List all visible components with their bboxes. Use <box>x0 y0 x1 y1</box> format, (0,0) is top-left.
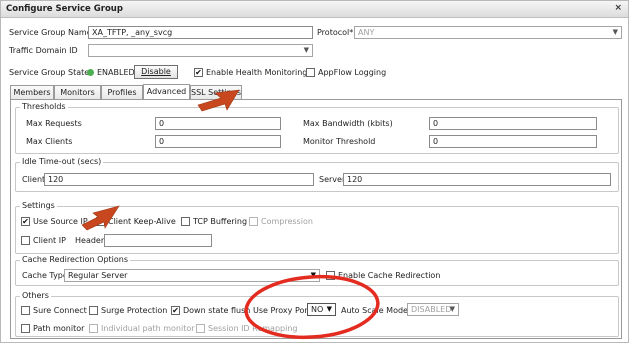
monitor-threshold-label: Monitor Threshold <box>303 137 376 146</box>
dialog-titlebar: Configure Service Group × <box>1 1 628 18</box>
health-monitoring-checkbox[interactable]: ✔ <box>194 68 203 77</box>
auto-scale-mode-select[interactable]: DISABLED ▼ <box>407 303 459 316</box>
header-field[interactable] <box>104 234 212 247</box>
service-group-state-label: Service Group State <box>9 68 90 77</box>
appflow-logging-label: AppFlow Logging <box>318 68 387 77</box>
surge-protection-checkbox[interactable] <box>89 306 98 315</box>
cache-redirection-group: Cache Redirection Options Cache Type Reg… <box>15 255 619 286</box>
max-bandwidth-label: Max Bandwidth (kbits) <box>303 119 393 128</box>
max-bandwidth-field[interactable]: 0 <box>429 117 597 130</box>
protocol-label: Protocol* <box>317 28 354 37</box>
sure-connect-checkbox[interactable] <box>21 306 30 315</box>
auto-scale-mode-value: DISABLED <box>411 305 452 314</box>
client-keepalive-label: Client Keep-Alive <box>108 217 176 226</box>
client-timeout-label: Client <box>22 175 46 184</box>
path-monitor-checkbox[interactable] <box>21 324 30 333</box>
individual-path-monitor-label: Individual path monitor <box>101 324 195 333</box>
server-timeout-field[interactable]: 120 <box>343 173 611 186</box>
auto-scale-mode-label: Auto Scale Mode <box>341 306 408 315</box>
cache-type-select[interactable]: Regular Server ▼ <box>64 269 320 282</box>
enable-cache-redirection-checkbox[interactable] <box>326 271 335 280</box>
monitor-threshold-field[interactable]: 0 <box>429 135 597 148</box>
client-ip-checkbox[interactable] <box>21 236 30 245</box>
protocol-select[interactable]: ANY ▼ <box>354 26 622 39</box>
tcp-buffering-label: TCP Buffering <box>193 217 248 226</box>
use-source-ip-label: Use Source IP <box>33 217 88 226</box>
client-keepalive-checkbox[interactable] <box>96 217 105 226</box>
cache-type-value: Regular Server <box>68 271 128 280</box>
tab-ssl-settings[interactable]: SSL Settings <box>190 85 242 99</box>
path-monitor-label: Path monitor <box>33 324 85 333</box>
tab-monitors[interactable]: Monitors <box>54 85 101 99</box>
cache-type-label: Cache Type <box>22 271 68 280</box>
advanced-tab-panel: Thresholds Max Requests 0 Max Bandwidth … <box>10 99 622 339</box>
max-clients-label: Max Clients <box>26 137 73 146</box>
thresholds-legend: Thresholds <box>20 102 68 111</box>
settings-legend: Settings <box>20 201 57 210</box>
tab-advanced[interactable]: Advanced <box>143 84 190 100</box>
tab-profiles[interactable]: Profiles <box>101 85 143 99</box>
use-proxy-port-select[interactable]: NO ▼ <box>307 303 336 316</box>
chevron-down-icon: ▼ <box>449 305 455 313</box>
configure-service-group-dialog: Configure Service Group × Service Group … <box>0 0 629 343</box>
tcp-buffering-checkbox[interactable] <box>181 217 190 226</box>
enable-cache-redirection-label: Enable Cache Redirection <box>338 271 441 280</box>
tab-members[interactable]: Members <box>10 85 54 99</box>
use-source-ip-checkbox[interactable]: ✔ <box>21 217 30 226</box>
client-ip-label: Client IP <box>33 236 66 245</box>
chevron-down-icon: ▼ <box>310 271 316 279</box>
disable-button[interactable]: Disable <box>134 65 178 79</box>
settings-group: Settings ✔ Use Source IP Client Keep-Ali… <box>15 201 619 254</box>
service-group-name-field[interactable]: XA_TFTP, _any_svcg <box>88 26 313 39</box>
use-proxy-port-label: Use Proxy Port <box>253 306 311 315</box>
max-requests-label: Max Requests <box>26 119 82 128</box>
state-value: ENABLED <box>97 68 135 77</box>
disable-button-label: Disable <box>141 67 171 76</box>
traffic-domain-select[interactable]: ▼ <box>88 44 313 57</box>
others-group: Others Sure Connect Surge Protection ✔ D… <box>15 291 619 337</box>
protocol-value: ANY <box>358 28 375 37</box>
compression-checkbox[interactable] <box>249 217 258 226</box>
chevron-down-icon: ▼ <box>303 46 309 54</box>
header-label: Header <box>75 236 105 245</box>
down-state-flush-label: Down state flush <box>183 306 251 315</box>
cache-redirection-legend: Cache Redirection Options <box>20 255 131 264</box>
idle-timeout-legend: Idle Time-out (secs) <box>20 157 104 166</box>
idle-timeout-group: Idle Time-out (secs) Client 120 Server 1… <box>15 157 619 192</box>
chevron-down-icon: ▼ <box>326 305 332 313</box>
use-proxy-port-value: NO <box>311 305 324 314</box>
session-id-remapping-label: Session ID Remapping <box>208 324 298 333</box>
down-state-flush-checkbox[interactable]: ✔ <box>171 306 180 315</box>
client-timeout-field[interactable]: 120 <box>44 173 314 186</box>
close-icon[interactable]: × <box>614 3 622 13</box>
surge-protection-label: Surge Protection <box>101 306 168 315</box>
chevron-down-icon: ▼ <box>612 28 618 36</box>
service-group-name-label: Service Group Name* <box>9 28 96 37</box>
sure-connect-label: Sure Connect <box>33 306 87 315</box>
session-id-remapping-checkbox[interactable] <box>196 324 205 333</box>
appflow-logging-checkbox[interactable] <box>306 68 315 77</box>
max-clients-field[interactable]: 0 <box>155 135 281 148</box>
server-timeout-label: Server <box>319 175 346 184</box>
traffic-domain-label: Traffic Domain ID <box>9 46 78 55</box>
enabled-status-icon <box>87 69 94 76</box>
health-monitoring-label: Enable Health Monitoring <box>206 68 308 77</box>
max-requests-field[interactable]: 0 <box>155 117 281 130</box>
compression-label: Compression <box>261 217 313 226</box>
thresholds-group: Thresholds Max Requests 0 Max Bandwidth … <box>15 102 619 154</box>
others-legend: Others <box>20 291 51 300</box>
dialog-title: Configure Service Group <box>6 4 123 14</box>
individual-path-monitor-checkbox[interactable] <box>89 324 98 333</box>
